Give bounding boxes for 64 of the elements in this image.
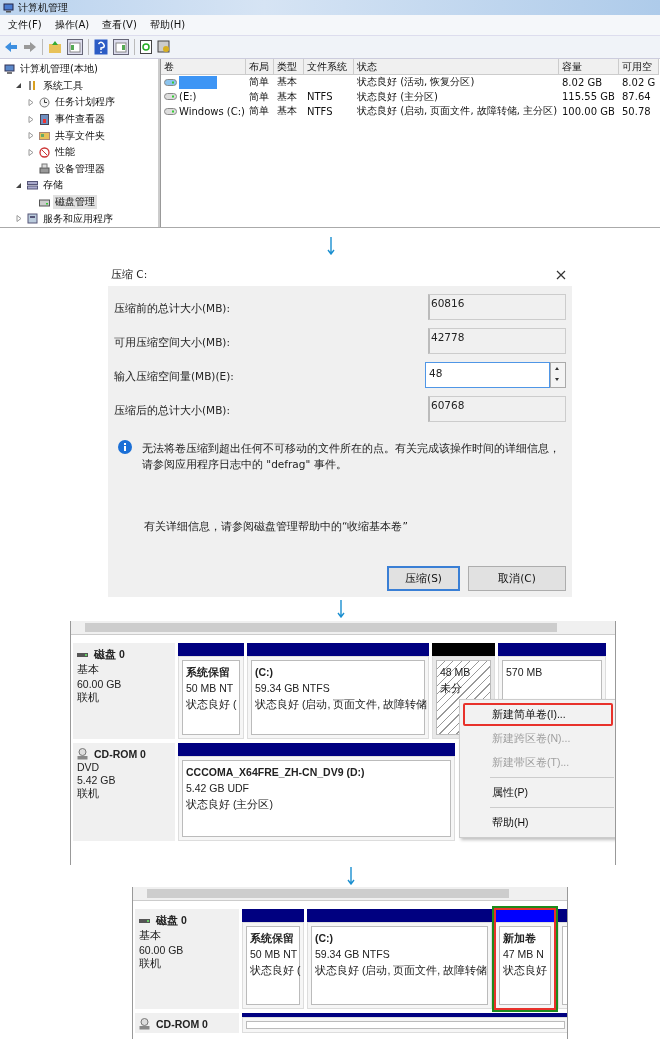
partition-size: 59.34 GB NTFS [255, 681, 330, 696]
partition-status: 状态良好 (主分区) [186, 797, 273, 812]
dialog-title: 压缩 C: [111, 268, 148, 282]
partition-status: 状态良好 [503, 963, 547, 978]
partition-name: 系统保留 [250, 931, 294, 946]
table-cell: 状态良好 (主分区) [357, 89, 438, 104]
table-cell: 100.00 GB [562, 105, 615, 117]
table-cell: 简单 [249, 75, 269, 90]
readonly-field: 60816 [428, 294, 566, 320]
partition-name: 系统保留 [186, 665, 230, 680]
table-cell: 8.02 GB [562, 76, 603, 88]
disk-state: 联机 [139, 957, 162, 971]
partition-size: 59.34 GB NTFS [315, 947, 390, 962]
table-cell: 115.55 GB [562, 91, 615, 103]
table-cell: 简单 [249, 104, 269, 119]
field-label: 压缩后的总计大小(MB): [114, 403, 230, 418]
partition-name: 新加卷 [503, 931, 536, 946]
disk-size: 60.00 GB [139, 944, 185, 956]
disk-type: 基本 [77, 663, 100, 677]
partition-size: 570 MB [506, 665, 543, 680]
partition-status: 状态良好 ( [186, 697, 237, 712]
field-label: 输入压缩空间量(MB)(E): [114, 369, 234, 384]
table-cell: 87.64 [622, 91, 651, 103]
help-text: 有关详细信息，请参阅磁盘管理帮助中的“收缩基本卷” [144, 520, 409, 534]
disk-name: CD-ROM 0 [156, 1018, 208, 1030]
table-cell: 基本 [277, 89, 297, 104]
table-cell: 8.02 G [622, 76, 656, 88]
readonly-field: 42778 [428, 328, 566, 354]
field-label: 压缩前的总计大小(MB): [114, 301, 230, 316]
field-label: 可用压缩空间大小(MB): [114, 335, 230, 350]
table-cell: (E:) [179, 91, 197, 103]
partition-status: 状态良好 (启动, 页面文件, 故障转储 [255, 697, 428, 712]
disk-name: 磁盘 0 [94, 648, 125, 662]
info-message: 无法将卷压缩到超出任何不可移动的文件所在的点。有关完成该操作时间的详细信息，请参阅应用程序日志中的 "defrag" 事件。 [142, 441, 561, 472]
partition-name: CCCOMA_X64FRE_ZH-CN_DV9 (D:) [186, 765, 365, 780]
partition-name: (C:) [315, 931, 334, 946]
disk-name: CD-ROM 0 [94, 748, 146, 760]
partition-size: 5.42 GB UDF [186, 781, 250, 796]
partition-status: 状态良好 ( [250, 963, 301, 978]
disk-size: 5.42 GB [77, 774, 117, 786]
disk-state: 联机 [77, 787, 100, 801]
partition-name: (C:) [255, 665, 274, 680]
partition-size: 47 MB N [503, 947, 544, 962]
table-cell: 基本 [277, 75, 297, 90]
disk-state: 联机 [77, 691, 100, 705]
partition-size: 48 MB [440, 665, 471, 680]
table-cell: 状态良好 (活动, 恢复分区) [357, 75, 475, 90]
disk-type: DVD [77, 761, 101, 773]
table-cell: 简单 [249, 89, 269, 104]
table-cell: 50.78 [622, 105, 651, 117]
readonly-field: 60768 [428, 396, 566, 422]
table-cell: 状态良好 (启动, 页面文件, 故障转储, 主分区) [357, 104, 558, 119]
window-title: 计算机管理 [18, 0, 68, 15]
partition-size: 50 MB NT [250, 947, 298, 962]
table-cell: 基本 [277, 104, 297, 119]
table-cell: Windows (C:) [179, 105, 245, 117]
disk-name: 磁盘 0 [156, 914, 187, 928]
disk-size: 60.00 GB [77, 678, 123, 690]
table-cell: NTFS [307, 91, 333, 103]
disk-type: 基本 [139, 929, 162, 943]
partition-size: 50 MB NT [186, 681, 234, 696]
partition-status: 未分 [440, 681, 462, 696]
table-cell: NTFS [307, 105, 333, 117]
partition-status: 状态良好 (启动, 页面文件, 故障转储 [315, 963, 488, 978]
